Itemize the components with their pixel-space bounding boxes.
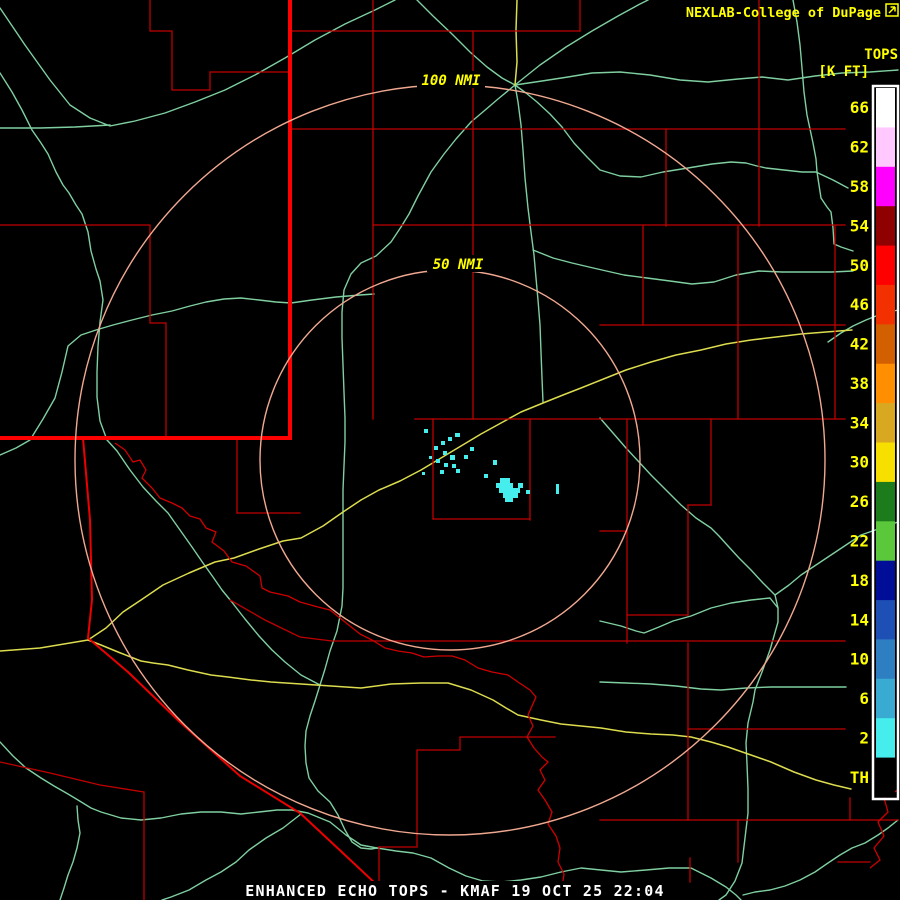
radar-echo [448,437,452,441]
colorbar-segment-54 [876,206,895,247]
colorbar-segment-66 [876,88,895,128]
colorbar-segment-50 [876,245,895,286]
radar-map-canvas: 100 NMI 50 NMI TOPS [K FT] 6662585450464… [0,0,900,900]
colorbar-segment-46 [876,284,895,325]
product-caption: ENHANCED ECHO TOPS - KMAF 19 OCT 25 22:0… [245,882,664,900]
colorbar-label-46: 46 [850,295,869,314]
colorbar-segment-42 [876,324,895,365]
page-title: NEXLAB-College of DuPage [686,5,881,21]
radar-echo [503,493,518,498]
colorbar-label-30: 30 [850,453,869,472]
colorbar-label-58: 58 [850,177,869,196]
colorbar-segment-6 [876,678,895,719]
colorbar-segment-26 [876,481,895,522]
colorbar-label-2: 2 [859,728,869,747]
radar-echo [441,441,445,445]
colorbar-label-66: 66 [850,98,869,117]
radar-echo [518,483,523,488]
colorbar-label-18: 18 [850,571,869,590]
colorbar-segment-38 [876,363,895,404]
radar-echo [455,433,460,437]
radar-echo [452,464,456,468]
radar-echo [484,474,488,478]
colorbar-label-54: 54 [850,216,869,235]
colorbar-label-38: 38 [850,374,869,393]
radar-echo [493,460,497,465]
radar-echo [443,451,447,455]
colorbar-title: TOPS [864,47,898,63]
colorbar-label-14: 14 [850,610,869,629]
map-background [0,0,900,900]
radar-echo [556,484,559,494]
radar-echo [499,488,520,493]
radar-echo [422,472,425,475]
radar-echo [450,455,455,460]
colorbar-segment-10 [876,639,895,680]
radar-echo [436,459,440,463]
radar-echo [470,447,474,451]
radar-echo [505,498,513,502]
radar-echo [429,456,432,459]
radar-echo [440,470,444,474]
colorbar-label-6: 6 [859,689,869,708]
ring-label-100nmi: 100 NMI [421,73,481,89]
colorbar-segment-58 [876,166,895,207]
radar-echo [526,490,530,494]
ring-label-50nmi: 50 NMI [433,257,484,273]
colorbar-label-22: 22 [850,532,869,551]
colorbar-label-42: 42 [850,335,869,354]
colorbar-segment-18 [876,560,895,601]
colorbar-label-50: 50 [850,256,869,275]
colorbar-segment-14 [876,600,895,641]
colorbar-label-TH: TH [850,768,869,787]
colorbar-units: [K FT] [818,64,869,80]
header: NEXLAB-College of DuPage [686,3,899,21]
colorbar-segment-62 [876,127,895,168]
radar-echo [424,429,428,433]
colorbar-segment-TH [876,757,895,798]
radar-echo [464,455,468,459]
radar-echo [496,483,513,488]
colorbar-segment-2 [876,718,895,759]
colorbar-segment-30 [876,442,895,483]
colorbar-label-34: 34 [850,413,869,432]
caption-bar: ENHANCED ECHO TOPS - KMAF 19 OCT 25 22:0… [245,881,664,900]
radar-echo [500,478,510,483]
colorbar-label-10: 10 [850,650,869,669]
colorbar-label-62: 62 [850,138,869,157]
radar-echo [434,446,438,450]
colorbar-label-26: 26 [850,492,869,511]
colorbar-segment-34 [876,403,895,444]
colorbar-segment-22 [876,521,895,562]
radar-echo [456,469,460,473]
radar-echo [444,463,448,467]
